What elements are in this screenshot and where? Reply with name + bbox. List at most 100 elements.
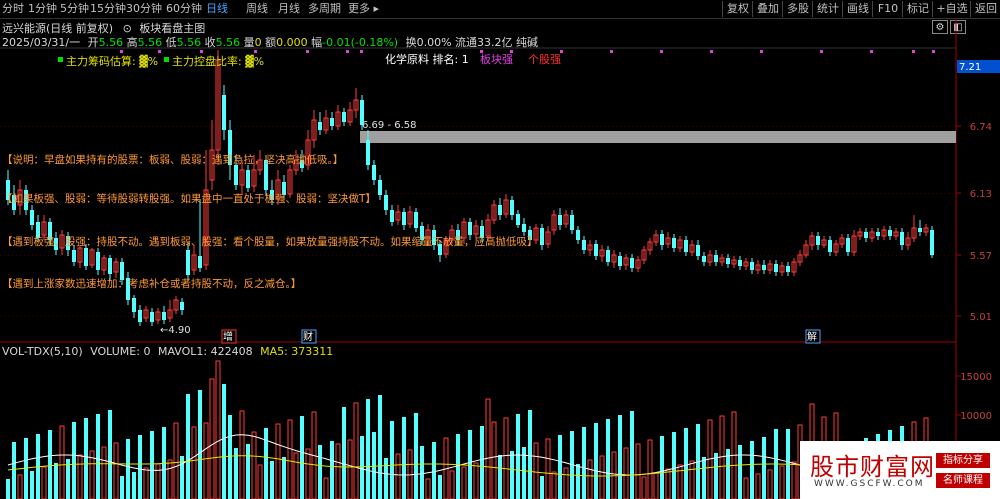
- strategy-note-2: 【遇到板强、股强：持股不动。遇到板弱、股强：看个股量，如果放量强持股不动。如果缩…: [2, 235, 538, 248]
- price-gridline-dot: [936, 255, 937, 256]
- price-gridline-dot: [784, 316, 785, 317]
- signal-dot: [710, 50, 713, 53]
- price-gridline-dot: [396, 193, 397, 194]
- price-gridline-dot: [368, 316, 369, 317]
- price-gridline-dot: [636, 255, 637, 256]
- price-gridline-dot: [652, 126, 653, 127]
- price-gridline-dot: [820, 193, 821, 194]
- price-gridline-dot: [20, 255, 21, 256]
- volume-bar: [222, 384, 226, 499]
- price-gridline-dot: [480, 126, 481, 127]
- signal-dot: [346, 50, 349, 53]
- price-gridline-dot: [532, 193, 533, 194]
- price-gridline-dot: [260, 316, 261, 317]
- volume-bar: [330, 441, 334, 499]
- price-gridline-dot: [60, 316, 61, 317]
- price-gridline-dot: [412, 193, 413, 194]
- candle-body: [180, 302, 184, 310]
- price-gridline-dot: [848, 126, 849, 127]
- volume-bar: [498, 455, 502, 499]
- volume-bar: [791, 461, 797, 499]
- strategy-note-1: 【如果板强、股弱：等待股弱转股强。如果盘中一直处于板强、股弱：坚决做T】: [2, 192, 376, 205]
- price-gridline-dot: [52, 316, 53, 317]
- signal-dot: [306, 50, 309, 53]
- volume-bar: [750, 441, 754, 499]
- volume-bar: [425, 478, 431, 499]
- price-gridline-dot: [484, 255, 485, 256]
- candle-body: [774, 264, 778, 272]
- price-gridline-dot: [244, 316, 245, 317]
- price-gridline-dot: [656, 316, 657, 317]
- price-gridline-dot: [620, 193, 621, 194]
- kline-chart[interactable]: 6.69 - 6.58 主力筹码估算: ▓% 主力控盘比率: ▓% 化学原料 排名: …: [0, 0, 1000, 499]
- price-gridline-dot: [332, 255, 333, 256]
- price-gridline-dot: [800, 193, 801, 194]
- price-gridline-dot: [656, 193, 657, 194]
- price-gridline-dot: [680, 126, 681, 127]
- price-gridline-dot: [880, 193, 881, 194]
- price-gridline-dot: [284, 316, 285, 317]
- price-gridline-dot: [180, 316, 181, 317]
- price-gridline-dot: [736, 316, 737, 317]
- price-gridline-dot: [508, 316, 509, 317]
- price-gridline-dot: [668, 126, 669, 127]
- price-gridline-dot: [252, 126, 253, 127]
- price-gridline-dot: [72, 316, 73, 317]
- price-gridline-dot: [648, 193, 649, 194]
- price-gridline-dot: [472, 316, 473, 317]
- price-gridline-dot: [932, 126, 933, 127]
- price-gridline-dot: [36, 316, 37, 317]
- volume-bar: [282, 457, 286, 499]
- price-gridline-dot: [28, 255, 29, 256]
- volume-bar: [623, 447, 629, 499]
- price-gridline-dot: [904, 255, 905, 256]
- volume-bar: [390, 421, 394, 499]
- price-gridline-dot: [80, 126, 81, 127]
- volume-bar: [594, 423, 598, 499]
- price-gridline-dot: [780, 255, 781, 256]
- price-gridline-dot: [920, 126, 921, 127]
- volume-bar: [203, 422, 209, 499]
- price-gridline-dot: [724, 316, 725, 317]
- price-gridline-dot: [164, 255, 165, 256]
- price-gridline-dot: [732, 316, 733, 317]
- price-gridline-dot: [424, 316, 425, 317]
- price-gridline-dot: [568, 126, 569, 127]
- price-gridline-dot: [440, 193, 441, 194]
- price-gridline-dot: [940, 316, 941, 317]
- price-gridline-dot: [172, 255, 173, 256]
- candle-body: [660, 234, 664, 245]
- price-gridline-dot: [724, 193, 725, 194]
- volume-bar: [582, 427, 586, 499]
- volume-indicator-name[interactable]: VOL-TDX(5,10): [2, 345, 83, 358]
- price-gridline-dot: [400, 255, 401, 256]
- candle-body: [138, 310, 142, 322]
- price-gridline-dot: [740, 316, 741, 317]
- volume-bar: [779, 465, 785, 499]
- price-gridline-dot: [508, 193, 509, 194]
- price-gridline-dot: [684, 193, 685, 194]
- price-gridline-dot: [592, 316, 593, 317]
- mavol1-value: MAVOL1: 422408: [157, 345, 253, 358]
- price-gridline-dot: [132, 316, 133, 317]
- price-gridline-dot: [772, 193, 773, 194]
- price-gridline-dot: [524, 193, 525, 194]
- price-gridline-dot: [300, 255, 301, 256]
- volume-value: VOLUME: 0: [90, 345, 151, 358]
- price-gridline-dot: [672, 126, 673, 127]
- price-gridline-dot: [512, 316, 513, 317]
- price-gridline-dot: [188, 316, 189, 317]
- price-gridline-dot: [636, 126, 637, 127]
- price-gridline-dot: [304, 316, 305, 317]
- price-gridline-dot: [184, 255, 185, 256]
- volume-bar: [384, 458, 388, 499]
- price-gridline-dot: [916, 193, 917, 194]
- price-gridline-dot: [204, 316, 205, 317]
- price-gridline-dot: [668, 316, 669, 317]
- price-gridline-dot: [916, 126, 917, 127]
- price-gridline-dot: [20, 126, 21, 127]
- price-gridline-dot: [732, 193, 733, 194]
- price-tick-label: 5.01: [970, 312, 992, 323]
- price-gridline-dot: [736, 126, 737, 127]
- site-logo: 股市财富网 指标分享 名师课程 WWW.GSCFW.COM: [800, 441, 1000, 499]
